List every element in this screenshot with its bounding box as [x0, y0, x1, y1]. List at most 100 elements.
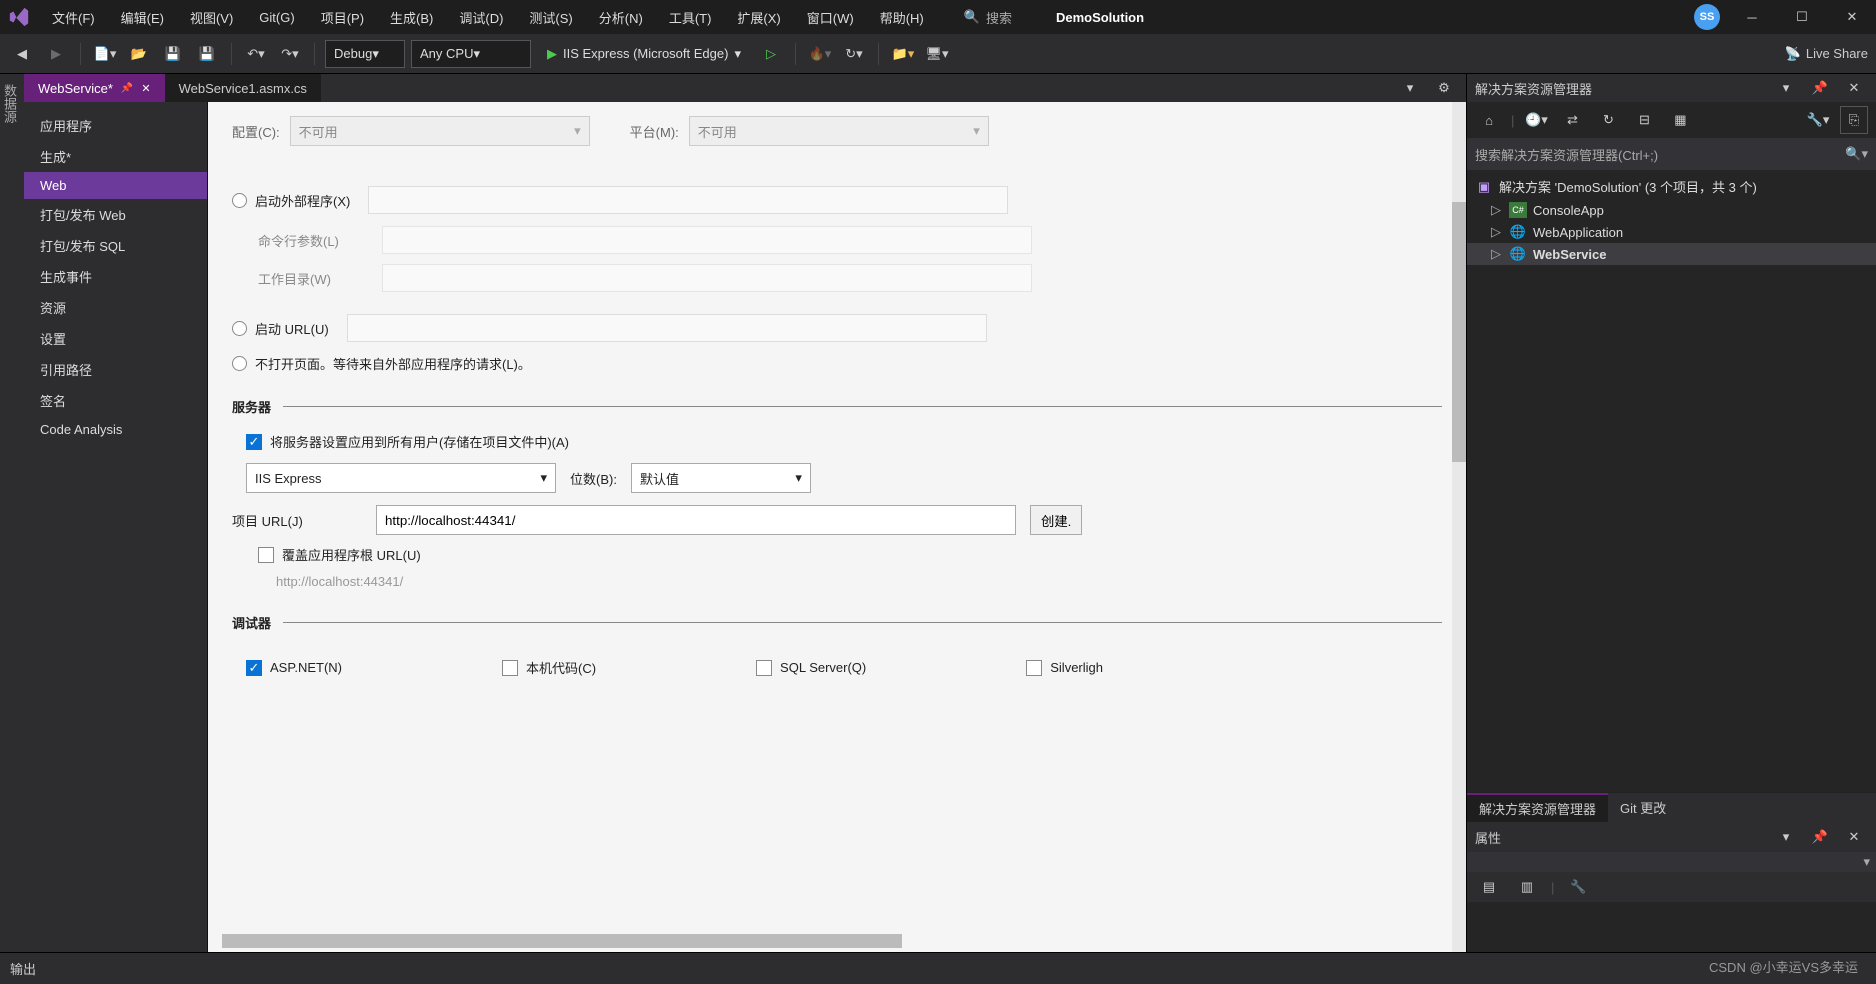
output-tab[interactable]: 输出	[10, 959, 36, 978]
sidenav-app[interactable]: 应用程序	[24, 110, 207, 141]
native-checkbox[interactable]	[502, 660, 518, 676]
pin-icon[interactable]: 📌	[121, 83, 133, 94]
save-all-button[interactable]: 💾	[193, 40, 221, 68]
home-icon[interactable]: ⌂	[1475, 106, 1503, 134]
showall-icon[interactable]: ▦	[1666, 106, 1694, 134]
menu-file[interactable]: 文件(F)	[46, 4, 101, 31]
props-pin-icon[interactable]: 📌	[1806, 823, 1834, 851]
h-scrollbar-thumb[interactable]	[222, 934, 902, 948]
radio-start-url[interactable]	[232, 321, 247, 336]
workdir-field[interactable]	[382, 264, 1032, 292]
menu-project[interactable]: 项目(P)	[315, 4, 370, 31]
menu-tools[interactable]: 工具(T)	[663, 4, 718, 31]
hot-reload-button[interactable]: 🔥▾	[806, 40, 834, 68]
create-button[interactable]: 创建.	[1030, 505, 1082, 535]
aspnet-checkbox[interactable]: ✓	[246, 660, 262, 676]
alphabetical-icon[interactable]: ▥	[1513, 873, 1541, 901]
platform-dropdown[interactable]: Any CPU▾	[411, 40, 531, 68]
liveshare-button[interactable]: 📡 Live Share	[1785, 46, 1868, 62]
tree-root[interactable]: ▣ 解决方案 'DemoSolution' (3 个项目，共 3 个)	[1467, 174, 1876, 199]
tab-solution-explorer[interactable]: 解决方案资源管理器	[1467, 793, 1608, 822]
override-checkbox[interactable]	[258, 547, 274, 563]
sidenav-refs[interactable]: 引用路径	[24, 354, 207, 385]
undo-button[interactable]: ↶▾	[242, 40, 270, 68]
new-item-button[interactable]: 📄▾	[91, 40, 119, 68]
refresh-icon[interactable]: ↻	[1594, 106, 1622, 134]
wrench-icon[interactable]: 🔧▾	[1804, 106, 1832, 134]
radio-start-external[interactable]	[232, 193, 247, 208]
close-tab-icon[interactable]: ✕	[141, 82, 150, 95]
start-external-field[interactable]	[368, 186, 1008, 214]
solution-search[interactable]: 搜索解决方案资源管理器(Ctrl+;) 🔍▾	[1467, 138, 1876, 170]
sidenav-web[interactable]: Web	[24, 172, 207, 199]
sidenav-settings[interactable]: 设置	[24, 323, 207, 354]
save-button[interactable]: 💾	[159, 40, 187, 68]
start-no-debug-button[interactable]: ▷	[757, 40, 785, 68]
bits-dropdown[interactable]: 默认值▾	[631, 463, 811, 493]
history-icon[interactable]: 🕘▾	[1522, 106, 1550, 134]
start-url-field[interactable]	[347, 314, 987, 342]
iis-dropdown[interactable]: IIS Express▾	[246, 463, 556, 493]
cmdargs-field[interactable]	[382, 226, 1032, 254]
config-combo[interactable]: 不可用▾	[290, 116, 590, 146]
menu-test[interactable]: 测试(S)	[523, 4, 578, 31]
sidenav-build[interactable]: 生成*	[24, 141, 207, 172]
maximize-button[interactable]: ☐	[1784, 3, 1820, 31]
menu-extensions[interactable]: 扩展(X)	[731, 4, 786, 31]
panel-dropdown-icon[interactable]: ▾	[1772, 74, 1800, 102]
sidenav-pack-sql[interactable]: 打包/发布 SQL	[24, 230, 207, 261]
nav-back-button[interactable]: ◀	[8, 40, 36, 68]
wrench-icon[interactable]: 🔧	[1564, 873, 1592, 901]
projurl-field[interactable]	[376, 505, 1016, 535]
chevron-right-icon[interactable]: ▷	[1491, 202, 1503, 218]
menu-view[interactable]: 视图(V)	[184, 4, 239, 31]
window-layout-button[interactable]: 🖥▾	[923, 40, 951, 68]
search-box[interactable]: 🔍 搜索	[964, 8, 1012, 27]
sidenav-codeanal[interactable]: Code Analysis	[24, 416, 207, 443]
menu-build[interactable]: 生成(B)	[384, 4, 439, 31]
tab-git-changes[interactable]: Git 更改	[1608, 793, 1678, 822]
open-button[interactable]: 📂	[125, 40, 153, 68]
tab-asmx[interactable]: WebService1.asmx.cs	[165, 74, 321, 102]
chevron-right-icon[interactable]: ▷	[1491, 224, 1503, 240]
props-close-icon[interactable]: ✕	[1840, 823, 1868, 851]
tab-webservice[interactable]: WebService* 📌 ✕	[24, 74, 165, 102]
sidenav-buildev[interactable]: 生成事件	[24, 261, 207, 292]
tab-settings-icon[interactable]: ⚙	[1430, 74, 1458, 102]
config-dropdown[interactable]: Debug▾	[325, 40, 405, 68]
run-button[interactable]: ▶ IIS Express (Microsoft Edge) ▾	[537, 40, 751, 68]
panel-pin-icon[interactable]: 📌	[1806, 74, 1834, 102]
sync-icon[interactable]: ⇄	[1558, 106, 1586, 134]
menu-debug[interactable]: 调试(D)	[453, 4, 509, 31]
left-gutter-datasource[interactable]: 数据源	[0, 74, 24, 952]
v-scrollbar-thumb[interactable]	[1452, 202, 1466, 462]
tree-webapp[interactable]: ▷ 🌐 WebApplication	[1467, 221, 1876, 243]
redo-button[interactable]: ↷▾	[276, 40, 304, 68]
folder-button[interactable]: 📁▾	[889, 40, 917, 68]
menu-edit[interactable]: 编辑(E)	[115, 4, 170, 31]
menu-window[interactable]: 窗口(W)	[801, 4, 860, 31]
props-combo[interactable]: ▾	[1467, 852, 1876, 872]
refresh-button[interactable]: ↻▾	[840, 40, 868, 68]
platform-combo[interactable]: 不可用▾	[689, 116, 989, 146]
tab-dropdown-icon[interactable]: ▾	[1396, 74, 1424, 102]
apply-all-checkbox[interactable]: ✓	[246, 434, 262, 450]
radio-noopen[interactable]	[232, 356, 247, 371]
user-badge[interactable]: SS	[1694, 4, 1720, 30]
sidenav-sign[interactable]: 签名	[24, 385, 207, 416]
menu-git[interactable]: Git(G)	[253, 6, 300, 29]
panel-close-icon[interactable]: ✕	[1840, 74, 1868, 102]
sql-checkbox[interactable]	[756, 660, 772, 676]
sidenav-pack-web[interactable]: 打包/发布 Web	[24, 199, 207, 230]
categorized-icon[interactable]: ▤	[1475, 873, 1503, 901]
collapse-icon[interactable]: ⊟	[1630, 106, 1658, 134]
menu-analyze[interactable]: 分析(N)	[593, 4, 649, 31]
preview-icon[interactable]: ⎘	[1840, 106, 1868, 134]
tree-webservice[interactable]: ▷ 🌐 WebService	[1467, 243, 1876, 265]
chevron-right-icon[interactable]: ▷	[1491, 246, 1503, 262]
sidenav-resources[interactable]: 资源	[24, 292, 207, 323]
tree-consoleapp[interactable]: ▷ C# ConsoleApp	[1467, 199, 1876, 221]
close-button[interactable]: ✕	[1834, 3, 1870, 31]
minimize-button[interactable]: ─	[1734, 3, 1770, 31]
menu-help[interactable]: 帮助(H)	[874, 4, 930, 31]
